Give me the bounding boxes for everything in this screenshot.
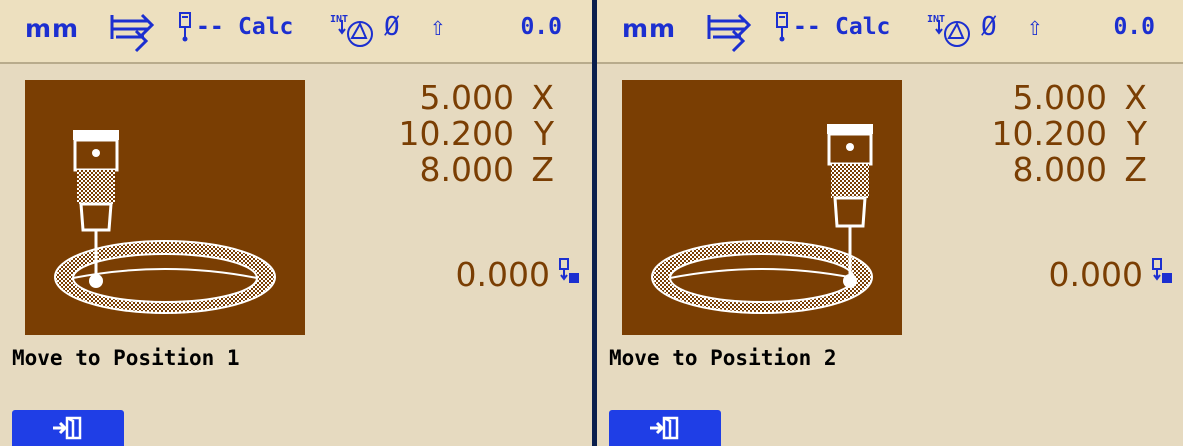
diameter-symbol: Ø [384,12,400,42]
probe-status-text: -- [793,14,821,40]
dro-panel-position-1: mm -- Calc INT Ø ⇧ 0.0 5.000 X 10.200 Y … [0,0,592,446]
dro-panel-position-2: mm -- Calc INT Ø ⇧ 0.0 5.000 X 10.200 Y … [595,0,1183,446]
instruction-message: Move to Position 1 [12,346,240,370]
y-axis-readout: 10.200 Y [399,115,554,153]
tool-offset-readout: 0.000 [455,255,550,294]
probe-status-text: -- [196,14,224,40]
up-arrow-icon: ⇧ [430,12,446,42]
exit-softkey-button[interactable] [12,410,124,446]
z-axis-readout: 8.000 Z [1013,151,1147,189]
probe-icon [776,12,788,42]
z-value: 8.000 [419,150,514,189]
z-value: 8.000 [1012,150,1107,189]
probe-circle-illustration [622,80,902,335]
diameter-symbol: Ø [981,12,997,42]
circle-probe-icon [338,20,373,47]
z-axis-label: Z [1124,150,1147,189]
y-axis-readout: 10.200 Y [992,115,1147,153]
circle-bore-probe-graphic [54,130,276,314]
unit-indicator[interactable]: mm [622,14,676,43]
probe-circle-illustration [25,80,305,335]
x-axis-label: X [531,78,554,117]
calc-mode-label[interactable]: Calc [238,14,293,40]
instruction-message: Move to Position 2 [609,346,837,370]
up-arrow-icon: ⇧ [1027,12,1043,42]
circle-probe-icon [935,20,970,47]
x-axis-readout: 5.000 X [420,79,554,117]
x-value: 5.000 [419,78,514,117]
circle-bore-probe-graphic [651,124,873,314]
status-bar: mm -- Calc INT Ø ⇧ 0.0 [597,0,1183,64]
feed-arrows-icon [110,13,155,53]
tool-offset-icon [559,258,579,283]
y-value: 10.200 [398,114,514,153]
tool-offset-icon [1152,258,1172,283]
z-axis-readout: 8.000 Z [420,151,554,189]
y-axis-label: Y [1126,114,1147,153]
x-value: 5.000 [1012,78,1107,117]
y-value: 10.200 [991,114,1107,153]
unit-indicator[interactable]: mm [25,14,79,43]
exit-icon [53,416,82,440]
z-axis-label: Z [531,150,554,189]
status-bar: mm -- Calc INT Ø ⇧ 0.0 [0,0,592,64]
status-value: 0.0 [1113,14,1155,40]
probe-icon [179,12,191,42]
exit-softkey-button[interactable] [609,410,721,446]
x-axis-label: X [1124,78,1147,117]
calc-mode-label[interactable]: Calc [835,14,890,40]
feed-arrows-icon [707,13,752,53]
tool-offset-readout: 0.000 [1048,255,1143,294]
y-axis-label: Y [533,114,554,153]
exit-icon [650,416,679,440]
x-axis-readout: 5.000 X [1013,79,1147,117]
status-value: 0.0 [520,14,562,40]
